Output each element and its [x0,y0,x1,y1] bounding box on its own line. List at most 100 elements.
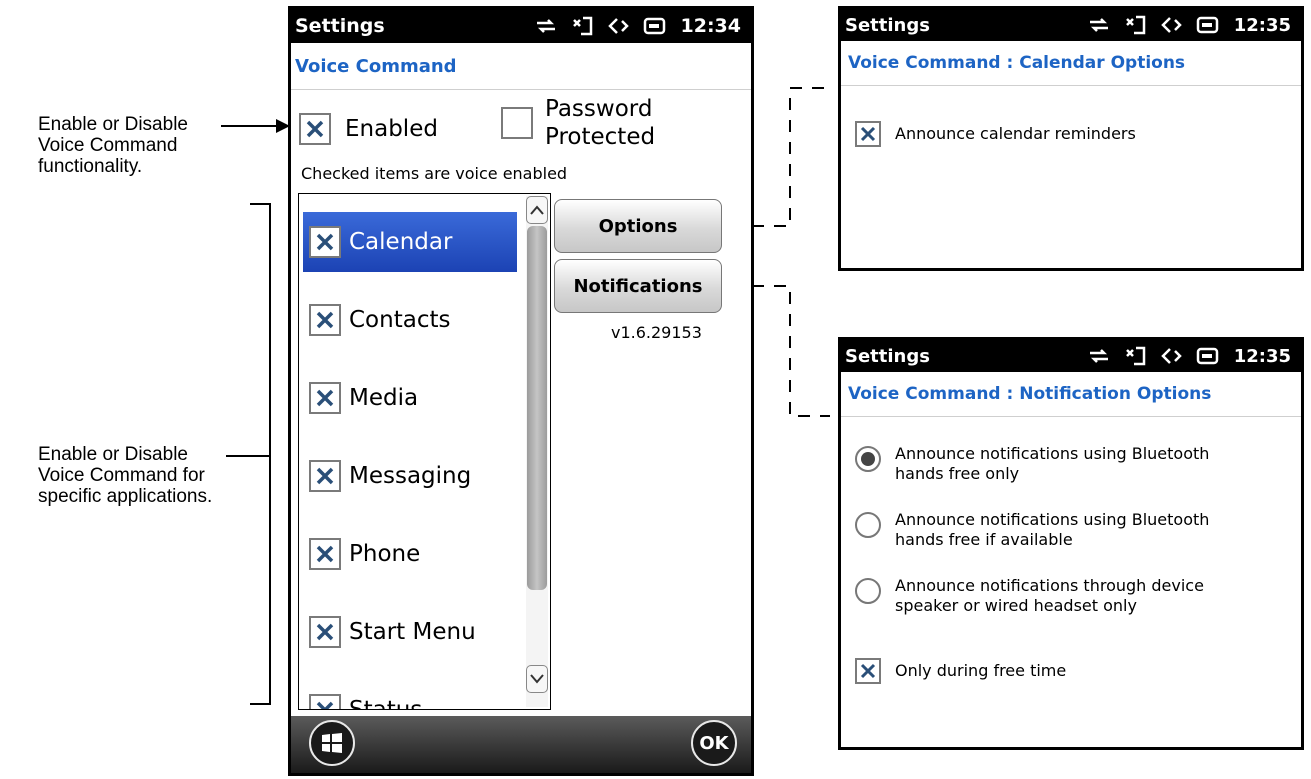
radio-button[interactable] [855,446,881,472]
radio-button[interactable] [855,512,881,538]
radio-button[interactable] [855,578,881,604]
annotation-line: Voice Command for [38,465,205,486]
app-label: Phone [349,541,421,567]
password-checkbox-box[interactable] [501,107,533,139]
app-checkbox[interactable] [309,382,341,414]
radio-label: Announce notifications through device spe… [895,576,1204,616]
app-label: Messaging [349,463,472,489]
status-icons: 12:34 [535,15,741,37]
windows-logo-icon [322,733,342,753]
app-checkbox[interactable] [309,304,341,336]
app-list-item[interactable]: Start Menu [303,602,517,662]
app-list-item[interactable]: Phone [303,524,517,584]
password-label: Password Protected [545,95,655,151]
app-list-item[interactable]: Messaging [303,446,517,506]
check-x-icon [860,663,876,679]
notification-radio-option[interactable]: Announce notifications through device spe… [855,576,1204,616]
radio-selected-dot [861,452,875,466]
announce-reminders-label: Announce calendar reminders [895,124,1136,143]
main-screen: Settings 12:34 Voice Command Enabled Pas… [288,6,754,776]
sync-icon [1089,18,1108,32]
scroll-thumb[interactable] [527,226,547,590]
app-label: Status [349,697,423,710]
scrollbar[interactable] [526,196,548,707]
announce-reminders-box[interactable] [855,121,881,147]
arrow-enable [221,119,290,133]
volume-icon [1160,17,1182,33]
password-label-line: Password [545,96,653,122]
status-time: 12:35 [1233,14,1291,36]
free-time-checkbox[interactable]: Only during free time [855,658,1066,684]
no-signal-icon [1125,15,1145,35]
radio-label-line: hands free if available [895,530,1073,549]
check-x-icon [316,623,334,641]
app-checkbox[interactable] [309,226,341,258]
check-x-icon [316,311,334,329]
check-x-icon [316,467,334,485]
status-time: 12:35 [1233,345,1291,367]
password-checkbox[interactable]: Password Protected [501,95,655,151]
start-button[interactable] [309,720,355,766]
check-x-icon [316,233,334,251]
notifications-button[interactable]: Notifications [554,259,722,313]
app-label: Media [349,385,419,411]
scroll-up-button[interactable] [526,196,548,224]
app-label: Contacts [349,307,451,333]
enabled-checkbox-box[interactable] [299,113,331,145]
status-time: 12:34 [680,15,741,37]
radio-label-line: speaker or wired headset only [895,596,1137,615]
no-signal-icon [572,16,592,36]
check-x-icon [316,701,334,709]
free-time-label: Only during free time [895,661,1067,680]
app-checkbox[interactable] [309,460,341,492]
app-list-item[interactable]: Contacts [303,290,517,350]
annotation-line: specific applications. [38,486,213,507]
radio-label-line: hands free only [895,464,1020,483]
radio-label: Announce notifications using Bluetooth ha… [895,510,1209,550]
radio-label-line: Announce notifications using Bluetooth [895,444,1210,463]
no-signal-icon [1125,346,1145,366]
enabled-label: Enabled [345,116,438,142]
battery-icon [1196,347,1218,365]
status-bar: Settings 12:35 [841,9,1301,41]
notification-radio-option[interactable]: Announce notifications using Bluetooth ha… [855,444,1209,484]
check-x-icon [306,120,324,138]
notification-options-screen: Settings 12:35 Voice Command : Notificat… [838,337,1304,750]
check-x-icon [316,545,334,563]
password-label-line: Protected [545,124,656,150]
enabled-checkbox[interactable]: Enabled [299,113,438,145]
check-x-icon [860,126,876,142]
status-icons: 12:35 [1088,15,1291,36]
page-title: Voice Command : Notification Options [841,372,1301,417]
radio-label-line: Announce notifications through device [895,576,1204,595]
announce-reminders-checkbox[interactable]: Announce calendar reminders [855,121,1136,147]
app-list: Calendar Contacts Media Messaging Phone Start… [298,193,551,710]
status-title: Settings [295,15,385,37]
annotation-line: Enable or Disable [38,444,188,465]
annotation-line: Enable or Disable [38,114,188,135]
status-title: Settings [845,345,930,367]
free-time-box[interactable] [855,658,881,684]
check-x-icon [316,389,334,407]
app-checkbox[interactable] [309,616,341,648]
page-title: Voice Command : Calendar Options [841,41,1301,86]
calendar-options-screen: Settings 12:35 Voice Command : Calendar … [838,6,1304,271]
scroll-down-button[interactable] [526,665,548,693]
battery-icon [643,17,665,35]
app-checkbox[interactable] [309,694,341,709]
status-title: Settings [845,14,930,36]
options-button[interactable]: Options [554,199,722,253]
app-list-item[interactable]: Calendar [303,212,517,272]
notification-radio-option[interactable]: Announce notifications using Bluetooth ha… [855,510,1209,550]
app-list-item[interactable]: Status [303,680,517,710]
volume-icon [1160,348,1182,364]
hint-text: Checked items are voice enabled [301,164,568,183]
annotation-line: functionality. [38,156,143,177]
bracket-apps [226,203,271,705]
sync-icon [1089,349,1108,363]
volume-icon [607,18,629,34]
app-checkbox[interactable] [309,538,341,570]
version-label: v1.6.29153 [611,323,702,342]
app-list-item[interactable]: Media [303,368,517,428]
ok-button[interactable]: OK [691,720,737,766]
